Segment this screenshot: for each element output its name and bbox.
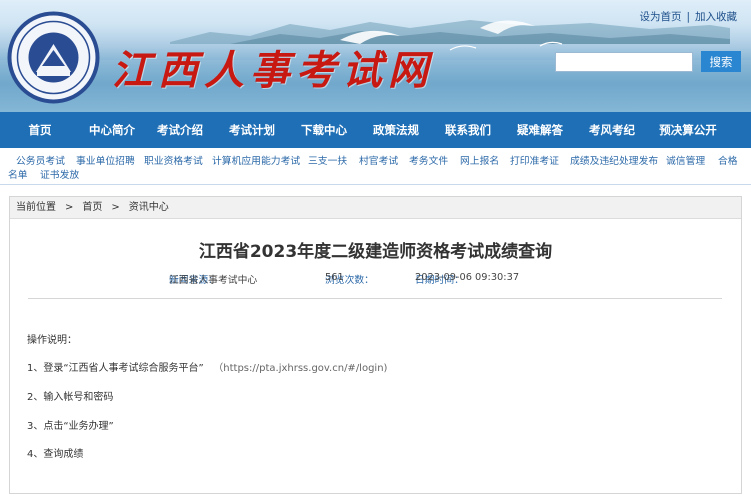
- nav-item-exam-plan[interactable]: 考试计划: [216, 112, 288, 148]
- step-2: 2、输入帐号和密码: [27, 392, 114, 403]
- subnav-item-list[interactable]: 名单: [8, 167, 28, 181]
- nav-item-contact[interactable]: 联系我们: [432, 112, 504, 148]
- main-nav: 首页 中心简介 考试介绍 考试计划 下载中心 政策法规 联系我们 疑难解答 考风…: [0, 112, 751, 148]
- subnav-item-results[interactable]: 成绩及违纪处理发布: [570, 153, 658, 167]
- nav-item-downloads[interactable]: 下载中心: [288, 112, 360, 148]
- platform-login-link[interactable]: （https://pta.jxhrss.gov.cn/#/login): [213, 363, 387, 374]
- subnav-divider: [0, 184, 751, 185]
- subnav-item-public-institution[interactable]: 事业单位招聘: [76, 153, 135, 167]
- subnav-item-sanzhi-yifu[interactable]: 三支一扶: [308, 153, 347, 167]
- subnav-row-1: 公务员考试 事业单位招聘 职业资格考试 计算机应用能力考试 三支一扶 村官考试 …: [0, 153, 751, 167]
- subnav-item-exam-documents[interactable]: 考务文件: [409, 153, 448, 167]
- search-button[interactable]: 搜索: [701, 51, 741, 72]
- subnav-item-certificate[interactable]: 证书发放: [40, 167, 79, 181]
- subnav-row-2: 名单 证书发放: [0, 167, 751, 181]
- date-value: 2023-09-06 09:30:37: [415, 272, 520, 283]
- subnav-item-qualified[interactable]: 合格: [718, 153, 738, 167]
- source-value: 江西省人事考试中心: [169, 275, 258, 286]
- article-title: 江西省2023年度二级建造师资格考试成绩查询: [198, 242, 553, 262]
- set-homepage-link[interactable]: 设为首页: [639, 11, 681, 23]
- article-panel: 当前位置 > 首页 > 资讯中心 江西省2023年度二级建造师资格考试成绩查询 新闻来源…: [9, 196, 742, 494]
- step-4: 4、查询成绩: [27, 449, 84, 460]
- step-1: 1、登录“江西省人事考试综合服务平台” （https://pta.jxhrss.…: [27, 359, 387, 374]
- nav-item-exam-intro[interactable]: 考试介绍: [144, 112, 216, 148]
- nav-item-discipline[interactable]: 考风考纪: [576, 112, 648, 148]
- subnav-item-online-registration[interactable]: 网上报名: [460, 153, 499, 167]
- subnav-item-credit[interactable]: 诚信管理: [666, 153, 705, 167]
- subnav-item-civil-servant[interactable]: 公务员考试: [16, 153, 65, 167]
- add-favorite-link[interactable]: 加入收藏: [695, 11, 737, 23]
- nav-item-budget[interactable]: 预决算公开: [648, 112, 728, 148]
- nav-item-about[interactable]: 中心简介: [80, 112, 144, 148]
- article-divider: [28, 298, 722, 299]
- org-seal-logo: [7, 11, 100, 104]
- step-3: 3、点击“业务办理”: [27, 421, 114, 432]
- breadcrumb: 当前位置 > 首页 > 资讯中心: [10, 197, 741, 219]
- search-input[interactable]: [555, 52, 693, 72]
- instructions-heading: 操作说明：: [27, 335, 77, 346]
- subnav-item-print-admission[interactable]: 打印准考证: [510, 153, 559, 167]
- views-value: 561: [325, 272, 344, 283]
- subnav-item-computer-skills[interactable]: 计算机应用能力考试: [212, 153, 300, 167]
- breadcrumb-current-label: 当前位置: [16, 202, 56, 213]
- header-banner: 江西人事考试网 设为首页 | 加入收藏 搜索: [0, 0, 751, 112]
- breadcrumb-news-center[interactable]: 资讯中心: [129, 202, 169, 213]
- subnav-item-village-official[interactable]: 村官考试: [359, 153, 398, 167]
- nav-item-home[interactable]: 首页: [0, 112, 80, 148]
- nav-item-policies[interactable]: 政策法规: [360, 112, 432, 148]
- step-1-text: 1、登录“江西省人事考试综合服务平台”: [27, 363, 204, 374]
- nav-item-faq[interactable]: 疑难解答: [504, 112, 576, 148]
- subnav-item-qualification[interactable]: 职业资格考试: [144, 153, 203, 167]
- site-title: 江西人事考试网: [112, 47, 434, 94]
- breadcrumb-home[interactable]: 首页: [82, 202, 102, 213]
- top-links: 设为首页 | 加入收藏: [639, 11, 737, 23]
